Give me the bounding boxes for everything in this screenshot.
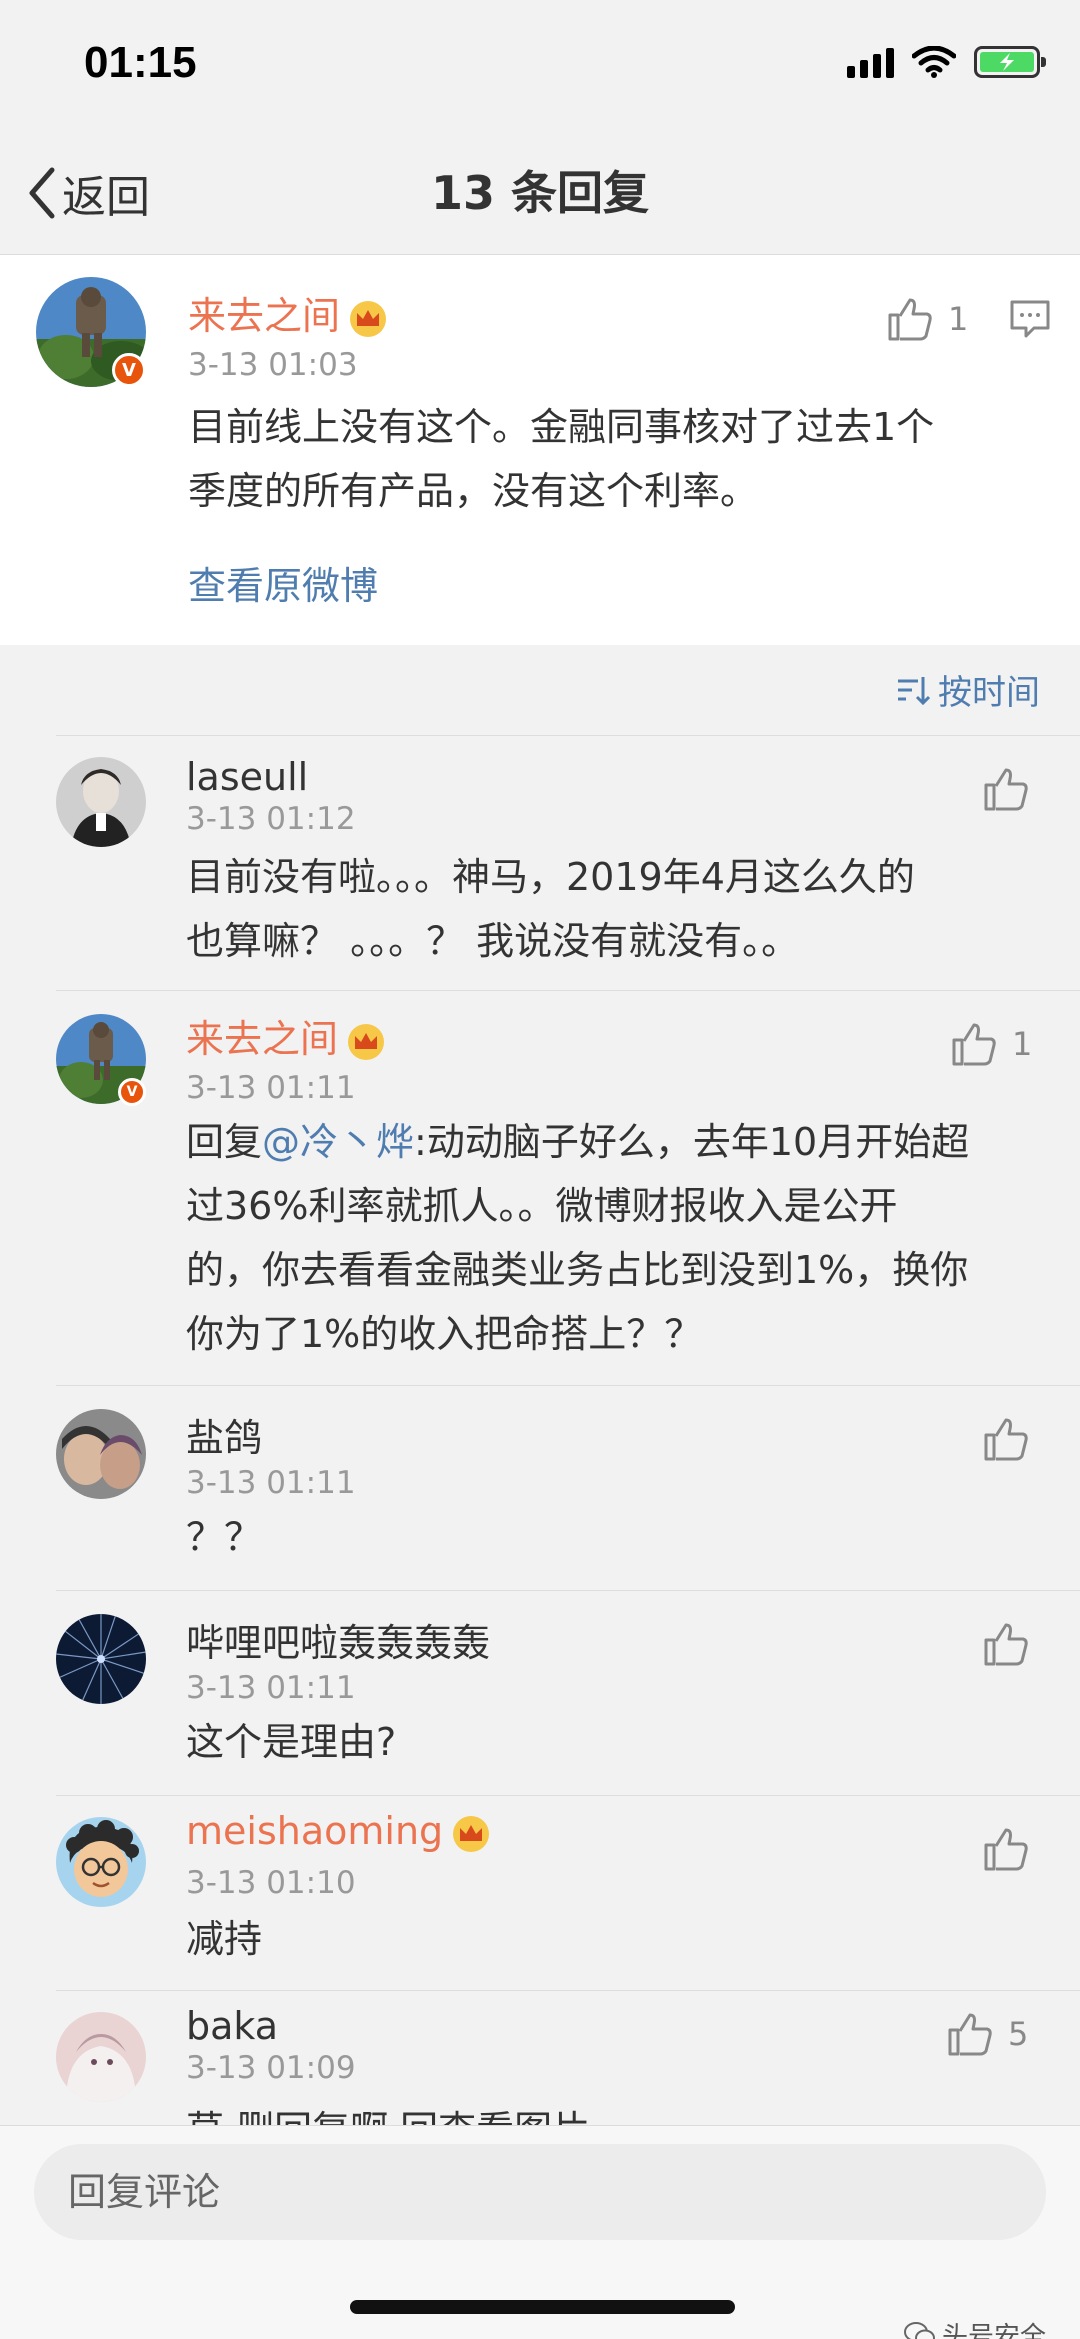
username-text: 来去之间: [186, 1017, 339, 1061]
home-indicator: [350, 2300, 735, 2314]
list-item: baka 3-13 01:09 5 草 删回复啊 回查看图片: [0, 1990, 1080, 2125]
comment-username[interactable]: 哔哩吧啦轰轰轰轰: [186, 1612, 490, 1667]
like-button[interactable]: [982, 765, 1030, 813]
comment-time: 3-13 01:11: [186, 1465, 356, 1501]
avatar[interactable]: [56, 757, 146, 847]
comment-username[interactable]: 盐鸽: [186, 1407, 262, 1462]
like-button[interactable]: [982, 1620, 1030, 1668]
reply-input[interactable]: 回复评论: [34, 2144, 1046, 2240]
comment-username[interactable]: 来去之间: [186, 1008, 386, 1063]
comment-text-segment: :动动脑子好么，去年10月开始超: [414, 1120, 970, 1164]
nav-bar: 返回 13 条回复: [0, 130, 1080, 255]
comment-text-line: 季度的所有产品，没有这个利率。: [188, 469, 759, 513]
thumbs-up-icon: [984, 1623, 1028, 1666]
comment-time: 3-13 01:10: [186, 1865, 356, 1901]
comment-username[interactable]: laseull: [186, 755, 308, 799]
like-button[interactable]: 1: [886, 295, 968, 343]
vip-crown-icon: [350, 300, 387, 337]
like-count: 5: [1008, 2015, 1029, 2053]
comment-text: 草 删回复啊 回查看图片: [186, 2098, 590, 2125]
avatar[interactable]: [56, 2012, 146, 2102]
vip-crown-icon: [453, 1815, 490, 1852]
thumbs-up-icon: [984, 1828, 1028, 1871]
thumbs-up-icon: [952, 1023, 996, 1066]
verified-badge-icon: V: [112, 353, 146, 387]
comment-text-line: 也算嘛？ 。。。？ 我说没有就没有。。: [186, 919, 800, 963]
thumbs-up-icon: [984, 1418, 1028, 1461]
battery-icon: [974, 46, 1046, 78]
comment-text-line: 的，你去看看金融类业务占比到没到1%，换你: [186, 1248, 969, 1292]
comment-time: 3-13 01:12: [186, 801, 356, 837]
comment-text: ？？: [186, 1505, 262, 1569]
sort-icon: [898, 676, 930, 705]
watermark-text: 头号安全: [941, 2322, 1046, 2339]
comment-text: 这个是理由?: [186, 1710, 396, 1774]
comment-time: 3-13 01:11: [186, 1670, 356, 1706]
comment-text: 目前没有啦。。。神马，2019年4月这么久的 也算嘛？ 。。。？ 我说没有就没有…: [186, 845, 915, 973]
watermark: 头号安全: [903, 2316, 1046, 2339]
comment-time: 3-13 01:09: [186, 2050, 356, 2086]
comment-text: 目前线上没有这个。金融同事核对了过去1个 季度的所有产品，没有这个利率。: [188, 395, 934, 523]
avatar[interactable]: [56, 1409, 146, 1499]
list-item: V 来去之间 3-13 01:11 1 回复@冷丶烨:动动脑子好么，去年10月开…: [0, 990, 1080, 1385]
reply-prefix: 回复: [186, 1120, 263, 1164]
status-time: 01:15: [84, 38, 197, 87]
wifi-icon: [912, 46, 956, 78]
comment-icon[interactable]: [1008, 297, 1052, 341]
thumbs-up-icon: [948, 2013, 992, 2056]
avatar[interactable]: [56, 1614, 146, 1704]
divider: [56, 1590, 1080, 1591]
comment-text-line: 你为了1%的收入把命搭上？？: [186, 1312, 703, 1356]
divider: [56, 735, 1080, 736]
sort-bar: 按时间: [0, 645, 1080, 735]
sort-label: 按时间: [938, 673, 1040, 713]
like-count: 1: [948, 300, 969, 338]
username-text: 来去之间: [188, 294, 341, 338]
vip-crown-icon: [348, 1023, 385, 1060]
divider: [56, 1795, 1080, 1796]
comment-text-line: 目前线上没有这个。金融同事核对了过去1个: [188, 405, 935, 449]
comment-text-line: 过36%利率就抓人。。微博财报收入是公开: [186, 1184, 898, 1228]
comment-text: 回复@冷丶烨:动动脑子好么，去年10月开始超 过36%利率就抓人。。微博财报收入…: [186, 1110, 969, 1366]
comment-text-line: 回复@冷丶烨:动动脑子好么，去年10月开始超: [186, 1110, 969, 1174]
comment-text-line: ？？: [186, 1515, 263, 1559]
comment-username[interactable]: 来去之间: [188, 285, 388, 340]
divider: [56, 1990, 1080, 1991]
status-bar: 01:15: [0, 0, 1080, 130]
divider: [56, 990, 1080, 991]
list-item: laseull 3-13 01:12 目前没有啦。。。神马，2019年4月这么久…: [0, 735, 1080, 990]
list-item: 哔哩吧啦轰轰轰轰 3-13 01:11 这个是理由?: [0, 1590, 1080, 1795]
verified-badge-icon: V: [118, 1078, 146, 1106]
like-button[interactable]: [982, 1415, 1030, 1463]
main-comment: V 来去之间 3-13 01:03 1 目前线上没有这个。金融同事核对了过去1个…: [0, 255, 1080, 645]
view-original-post-link[interactable]: 查看原微博: [188, 555, 378, 610]
status-icons: [847, 46, 1046, 78]
username-text: meishaoming: [186, 1809, 444, 1853]
comment-time: 3-13 01:11: [186, 1070, 356, 1106]
like-button[interactable]: 5: [946, 2010, 1028, 2058]
comment-text-line: 减持: [186, 1917, 263, 1961]
thumbs-up-icon: [984, 768, 1028, 811]
wechat-icon: [903, 2321, 935, 2339]
comment-time: 3-13 01:03: [188, 347, 358, 383]
page-title: 13 条回复: [430, 166, 650, 220]
list-item: 盐鸽 3-13 01:11 ？？: [0, 1385, 1080, 1590]
like-count: 1: [1012, 1025, 1033, 1063]
list-item: meishaoming 3-13 01:10 减持: [0, 1795, 1080, 1990]
comment-text-line: 这个是理由?: [186, 1720, 397, 1764]
sort-button[interactable]: 按时间: [896, 665, 1040, 714]
thumbs-up-icon: [888, 298, 932, 341]
comment-username[interactable]: baka: [186, 2004, 278, 2048]
like-button[interactable]: 1: [950, 1020, 1032, 1068]
divider: [56, 1385, 1080, 1386]
avatar[interactable]: [56, 1817, 146, 1907]
like-button[interactable]: [982, 1825, 1030, 1873]
comment-text-line: 草 删回复啊 回查看图片: [186, 2098, 590, 2125]
signal-icon: [847, 46, 894, 78]
comment-username[interactable]: meishaoming: [186, 1809, 491, 1854]
comment-text: 减持: [186, 1907, 262, 1971]
comment-text-line: 目前没有啦。。。神马，2019年4月这么久的: [186, 855, 915, 899]
mention-link[interactable]: @冷丶烨: [262, 1120, 414, 1164]
